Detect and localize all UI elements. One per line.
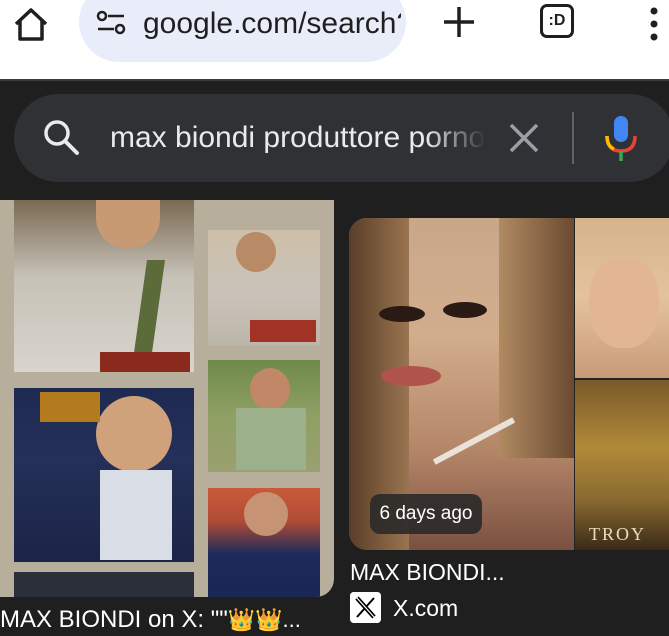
search-icon[interactable] bbox=[42, 118, 80, 156]
collage-photo-face bbox=[96, 396, 172, 472]
collage-photo-sign bbox=[40, 392, 100, 422]
collage-photo-face bbox=[250, 368, 290, 410]
collage-photo-face bbox=[244, 492, 288, 536]
side-portrait-face bbox=[589, 258, 659, 348]
search-bar-divider bbox=[572, 112, 574, 164]
mic-icon bbox=[605, 116, 637, 161]
movie-poster-title: TROY bbox=[589, 522, 669, 546]
search-input[interactable]: max biondi produttore porno bbox=[110, 119, 486, 157]
result-title-1-suffix: 👑👑... bbox=[227, 607, 301, 632]
new-tab-button[interactable] bbox=[441, 4, 477, 40]
collage-photo-plaque bbox=[100, 352, 190, 372]
address-bar[interactable]: google.com/search?q=max+biondi+produttor… bbox=[79, 0, 406, 62]
overflow-menu-button[interactable] bbox=[646, 4, 662, 44]
clear-search-button[interactable] bbox=[506, 120, 542, 156]
x-logo-icon bbox=[350, 592, 381, 623]
close-icon bbox=[509, 123, 539, 153]
time-badge: 6 days ago bbox=[370, 494, 482, 534]
home-icon bbox=[14, 8, 48, 41]
collage-photo-award bbox=[250, 320, 316, 342]
result-source-2[interactable]: X.com bbox=[393, 592, 458, 624]
search-bar[interactable]: max biondi produttore porno bbox=[14, 94, 669, 182]
collage-photo-jacket bbox=[236, 408, 306, 470]
movie-poster-title-text: TROY bbox=[589, 524, 646, 544]
plus-icon bbox=[444, 7, 474, 37]
result-image-1[interactable] bbox=[0, 200, 334, 597]
collage-photo-shirt bbox=[100, 470, 172, 560]
portrait-eye bbox=[379, 306, 425, 322]
voice-search-button[interactable] bbox=[602, 114, 640, 164]
result-title-1[interactable]: MAX BIONDI on X: ""👑👑... bbox=[0, 604, 330, 636]
result-title-2[interactable]: MAX BIONDI... bbox=[350, 557, 650, 587]
more-vert-icon bbox=[650, 7, 658, 41]
collage-photo-face bbox=[236, 232, 276, 272]
url-text[interactable]: google.com/search?q=max+biondi+produttor… bbox=[143, 6, 401, 42]
home-button[interactable] bbox=[12, 6, 50, 42]
browser-toolbar: google.com/search?q=max+biondi+produttor… bbox=[0, 0, 669, 79]
portrait-lips bbox=[381, 366, 441, 386]
toolbar-divider bbox=[0, 79, 669, 81]
portrait-eye bbox=[443, 302, 487, 318]
tab-switcher-button[interactable]: :D bbox=[540, 4, 574, 38]
result-title-1-text: MAX BIONDI on X: "" bbox=[0, 606, 228, 633]
site-info-icon[interactable] bbox=[95, 8, 127, 38]
tab-switcher-label: :D bbox=[548, 12, 566, 29]
collage-photo bbox=[14, 572, 194, 597]
